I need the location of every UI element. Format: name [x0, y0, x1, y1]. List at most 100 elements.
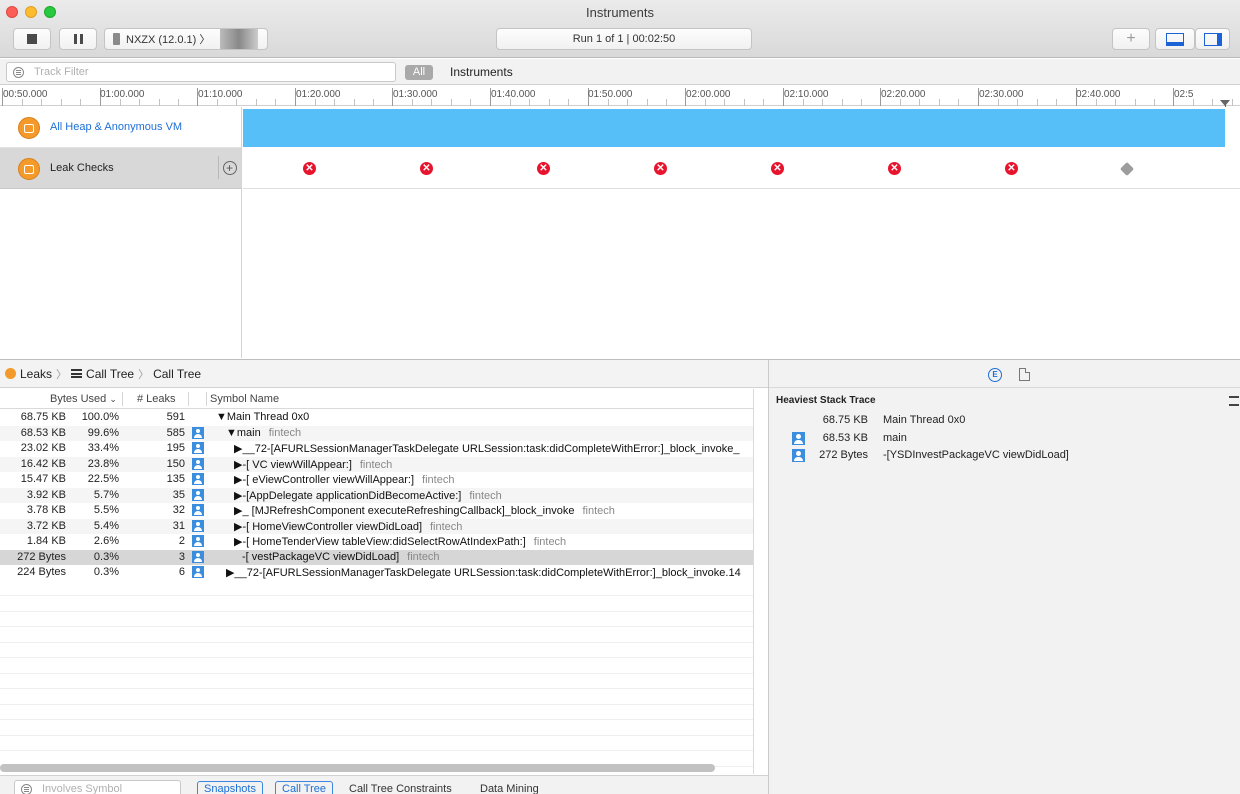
table-row[interactable]: 224 Bytes 0.3% 6 ▶__72-[AFURLSessionManager… — [0, 565, 753, 581]
document-icon[interactable] — [1019, 368, 1030, 381]
bytes-used-cell: 16.42 KB — [20, 457, 66, 470]
frame-size: 68.53 KB — [822, 431, 868, 444]
leak-detected-icon[interactable]: ✕ — [420, 162, 433, 175]
stop-recording-button[interactable] — [13, 28, 51, 50]
bytes-used-column[interactable]: Bytes Used ⌄ — [50, 393, 117, 405]
ruler-minor-tick — [256, 99, 257, 106]
leak-count-cell: 3 — [178, 550, 185, 563]
leak-detected-icon[interactable]: ✕ — [303, 162, 316, 175]
toggle-detail-area-button[interactable] — [1155, 28, 1195, 50]
symbol-name-column[interactable]: Symbol Name — [210, 393, 279, 405]
track-name: All Heap & Anonymous VM — [50, 121, 183, 133]
ruler-minor-tick — [217, 99, 218, 106]
stack-frame-row[interactable]: 68.53 KB main — [769, 430, 1240, 447]
table-row[interactable]: 3.92 KB 5.7% 35 ▶-[AppDelegate applicationD… — [0, 487, 753, 503]
leak-detected-icon[interactable]: ✕ — [888, 162, 901, 175]
add-instrument-button[interactable]: + — [1112, 28, 1150, 50]
table-row[interactable]: 272 Bytes 0.3% 3 -[ vestPackageVC viewDidLo… — [0, 549, 753, 565]
heap-allocation-graph[interactable] — [243, 109, 1225, 147]
ruler-minor-tick — [159, 99, 160, 106]
playhead-marker-icon[interactable] — [1220, 100, 1230, 106]
user-code-icon — [192, 426, 204, 439]
call-tree-constraints-tab[interactable]: Call Tree Constraints — [349, 783, 452, 794]
table-row[interactable]: 68.75 KB 100.0% 591 ▼Main Thread 0x0 — [0, 410, 753, 426]
track-header-allocations[interactable]: All Heap & Anonymous VM — [0, 107, 242, 148]
ruler-time-label: 02:30.000 — [979, 89, 1024, 100]
breadcrumb-leaks[interactable]: Leaks — [20, 367, 52, 381]
breadcrumb-call-tree-view[interactable]: Call Tree — [86, 367, 134, 381]
extended-detail-icon[interactable]: E — [988, 368, 1002, 382]
symbol-cell: ▶_ [MJRefreshComponent executeRefreshing… — [234, 504, 615, 517]
leak-detected-icon[interactable]: ✕ — [771, 162, 784, 175]
ruler-minor-tick — [120, 99, 121, 106]
table-row[interactable]: 3.78 KB 5.5% 32 ▶_ [MJRefreshComponent exec… — [0, 503, 753, 519]
ruler-time-label: 01:40.000 — [491, 89, 536, 100]
ruler-time-label: 02:40.000 — [1076, 89, 1121, 100]
table-row[interactable]: 3.72 KB 5.4% 31 ▶-[ HomeViewController view… — [0, 518, 753, 534]
table-row[interactable]: 23.02 KB 33.4% 195 ▶__72-[AFURLSessionManag… — [0, 441, 753, 457]
leak-detected-icon[interactable]: ✕ — [1005, 162, 1018, 175]
ruler-minor-tick — [666, 99, 667, 106]
scope-all-button[interactable]: All — [405, 65, 433, 80]
leak-checks-lane[interactable]: ✕ ✕ ✕ ✕ ✕ ✕ ✕ — [243, 148, 1240, 189]
leak-detected-icon[interactable]: ✕ — [654, 162, 667, 175]
call-tree-table: 68.75 KB 100.0% 591 ▼Main Thread 0x0 68.53 K… — [0, 410, 753, 767]
stack-options-icon[interactable] — [1229, 396, 1239, 406]
track-filter-input[interactable]: Track Filter — [6, 62, 396, 82]
user-code-icon — [192, 566, 204, 578]
bytes-used-cell: 3.78 KB — [26, 504, 66, 516]
plus-icon: + — [1126, 30, 1136, 47]
ruler-minor-tick — [900, 99, 901, 106]
stack-frame-row[interactable]: 68.75 KB Main Thread 0x0 — [769, 412, 1240, 429]
frame-symbol: main — [883, 431, 907, 444]
leak-count-cell: 32 — [172, 504, 185, 516]
leak-detected-icon[interactable]: ✕ — [537, 162, 550, 175]
breadcrumb-call-tree[interactable]: Call Tree — [153, 367, 201, 381]
percent-cell: 23.8% — [87, 457, 119, 470]
ruler-minor-tick — [412, 99, 413, 106]
ruler-minor-tick — [236, 99, 237, 106]
ruler-minor-tick — [822, 99, 823, 106]
inspector-tabs: E — [769, 360, 1240, 388]
table-row[interactable]: 16.42 KB 23.8% 150 ▶-[ VC viewWillAppear:] f… — [0, 456, 753, 472]
target-device-selector[interactable]: NXZX (12.0.1) 〉 — [104, 28, 268, 50]
symbol-name: -[ vestPackageVC viewDidLoad] — [242, 550, 400, 563]
scope-instruments-button[interactable]: Instruments — [450, 65, 513, 79]
toggle-inspector-button[interactable] — [1195, 28, 1230, 50]
timeline-ruler[interactable]: 00:50.000 01:00.000 01:10.000 01:20.000 01:3… — [0, 86, 1240, 106]
leaks-icon — [18, 158, 40, 180]
sort-desc-icon: ⌄ — [109, 394, 117, 404]
frame-symbol: Main Thread 0x0 — [883, 414, 966, 426]
horizontal-scrollbar[interactable] — [0, 764, 715, 772]
track-header-leaks[interactable]: Leak Checks + — [0, 148, 242, 189]
list-icon — [71, 369, 83, 378]
ruler-time-label: 01:30.000 — [393, 89, 438, 100]
ruler-minor-tick — [627, 99, 628, 106]
no-new-leaks-icon[interactable] — [1119, 161, 1135, 177]
empty-table-row — [0, 658, 753, 674]
leaks-column[interactable]: # Leaks — [137, 393, 176, 405]
run-status-display[interactable]: Run 1 of 1 | 00:02:50 — [496, 28, 752, 50]
call-tree-tab[interactable]: Call Tree — [275, 781, 334, 794]
bytes-used-cell: 23.02 KB — [20, 442, 66, 454]
stack-frame-row[interactable]: 272 Bytes -[YSDInvestPackageVC viewDidLoa… — [769, 447, 1240, 464]
table-row[interactable]: 68.53 KB 99.6% 585 ▼main fintech — [0, 425, 753, 441]
symbol-cell: -[ vestPackageVC viewDidLoad] fintech — [242, 551, 440, 563]
library-name: fintech — [407, 550, 440, 563]
plus-circle-icon: + — [222, 160, 237, 175]
snapshots-tab[interactable]: Snapshots — [197, 781, 263, 794]
track-options-button[interactable]: + — [218, 156, 240, 179]
table-row[interactable]: 15.47 KB 22.5% 135 ▶-[ eViewController view… — [0, 472, 753, 488]
ruler-minor-tick — [919, 99, 920, 106]
involves-symbol-input[interactable]: Involves Symbol — [14, 780, 181, 794]
user-code-icon — [792, 449, 805, 462]
user-code-icon — [192, 519, 204, 532]
empty-table-row — [0, 674, 753, 689]
symbol-cell: ▶-[ HomeViewController viewDidLoad] finte… — [234, 520, 462, 533]
table-row[interactable]: 1.84 KB 2.6% 2 ▶-[ HomeTenderView tableView… — [0, 534, 753, 550]
data-mining-tab[interactable]: Data Mining — [480, 783, 539, 794]
symbol-cell: ▶-[ VC viewWillAppear:] fintech — [234, 458, 392, 471]
ruler-time-label: 02:00.000 — [686, 89, 731, 100]
pause-recording-button[interactable] — [59, 28, 97, 50]
frame-size: 272 Bytes — [819, 449, 868, 461]
